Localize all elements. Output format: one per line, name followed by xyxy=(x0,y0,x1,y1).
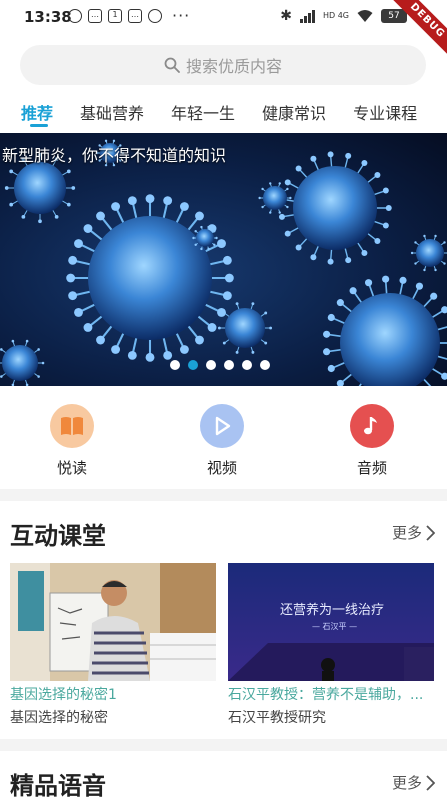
chat-icon: … xyxy=(128,9,142,23)
music-note-icon xyxy=(350,404,394,448)
bluetooth-icon: ✱ xyxy=(280,8,292,24)
chevron-right-icon xyxy=(426,775,435,791)
quick-actions: 悦读 视频 音频 xyxy=(0,386,447,488)
more-link-audio[interactable]: 更多 xyxy=(392,772,435,793)
virus-illustration xyxy=(0,133,447,386)
network-type: HD 4G xyxy=(323,12,349,20)
carousel-dot[interactable] xyxy=(206,360,216,370)
more-label: 更多 xyxy=(392,522,422,543)
section-title-interactive: 互动课堂 xyxy=(10,516,106,551)
virus-particle xyxy=(279,151,392,264)
search-icon xyxy=(164,57,180,73)
course-card[interactable]: 基因选择的秘密1 基因选择的秘密 xyxy=(10,563,216,727)
book-icon xyxy=(50,404,94,448)
virus-particle xyxy=(258,182,291,214)
tab-health-knowledge[interactable]: 健康常识 xyxy=(262,100,326,124)
app-icon xyxy=(148,9,162,23)
course-thumbnail: 还营养为一线治疗 — 石汉平 — xyxy=(228,563,434,681)
message-icon: … xyxy=(88,9,102,23)
signal-icon xyxy=(300,9,315,23)
notification-icons: … 1 … xyxy=(68,9,162,23)
battery-icon: 57 xyxy=(381,9,407,23)
active-tab-indicator xyxy=(30,124,48,127)
thumbnail-subtext: — 石汉平 — xyxy=(312,621,357,632)
section-title-audio: 精品语音 xyxy=(10,766,106,801)
quick-action-label: 视频 xyxy=(182,457,262,478)
carousel-dot[interactable] xyxy=(242,360,252,370)
quick-action-reading[interactable]: 悦读 xyxy=(32,404,112,478)
search-placeholder: 搜索优质内容 xyxy=(186,53,282,77)
status-time: 13:38 xyxy=(24,8,72,26)
banner-caption: 新型肺炎，你不得不知道的知识 xyxy=(2,142,226,166)
alarm-icon xyxy=(68,9,82,23)
course-subtitle: 石汉平教授研究 xyxy=(228,707,434,727)
carousel-dot[interactable] xyxy=(170,360,180,370)
section-divider xyxy=(0,489,447,501)
section-divider xyxy=(0,739,447,751)
virus-particle xyxy=(66,194,234,362)
virus-particle xyxy=(0,340,44,386)
tab-basic-nutrition[interactable]: 基础营养 xyxy=(80,100,144,124)
wifi-icon xyxy=(357,9,373,23)
course-subtitle: 基因选择的秘密 xyxy=(10,707,216,727)
sim-icon: 1 xyxy=(108,9,122,23)
status-bar: 13:38 … 1 … ··· ✱ HD 4G 57 DEBUG xyxy=(0,0,447,34)
quick-action-audio[interactable]: 音频 xyxy=(332,404,412,478)
carousel-dot[interactable] xyxy=(260,360,270,370)
course-title: 基因选择的秘密1 xyxy=(10,684,216,704)
tab-recommended[interactable]: 推荐 xyxy=(21,100,53,124)
virus-particle xyxy=(411,235,447,271)
quick-action-label: 悦读 xyxy=(32,457,112,478)
course-title: 石汉平教授：营养不是辅助，... xyxy=(228,684,434,704)
course-thumbnail xyxy=(10,563,216,681)
course-card[interactable]: 还营养为一线治疗 — 石汉平 — 石汉平教授：营养不是辅助，... 石汉平教授研… xyxy=(228,563,434,727)
banner-carousel[interactable]: 新型肺炎，你不得不知道的知识 xyxy=(0,133,447,386)
carousel-dot-active[interactable] xyxy=(188,360,198,370)
tab-young-life[interactable]: 年轻一生 xyxy=(171,100,235,124)
quick-action-label: 音频 xyxy=(332,457,412,478)
more-link-interactive[interactable]: 更多 xyxy=(392,522,435,543)
tab-professional-courses[interactable]: 专业课程 xyxy=(353,100,417,124)
more-notifications-icon: ··· xyxy=(172,6,190,25)
play-icon xyxy=(200,404,244,448)
virus-particle xyxy=(323,276,447,386)
carousel-dots xyxy=(170,360,270,370)
category-tabs: 推荐 基础营养 年轻一生 健康常识 专业课程 xyxy=(0,94,447,130)
carousel-dot[interactable] xyxy=(224,360,234,370)
virus-particle xyxy=(218,302,272,354)
search-bar[interactable]: 搜索优质内容 xyxy=(20,45,426,85)
thumbnail-headline: 还营养为一线治疗 xyxy=(280,599,384,618)
quick-action-video[interactable]: 视频 xyxy=(182,404,262,478)
more-label: 更多 xyxy=(392,772,422,793)
chevron-right-icon xyxy=(426,525,435,541)
system-icons: ✱ HD 4G 57 xyxy=(280,8,407,24)
